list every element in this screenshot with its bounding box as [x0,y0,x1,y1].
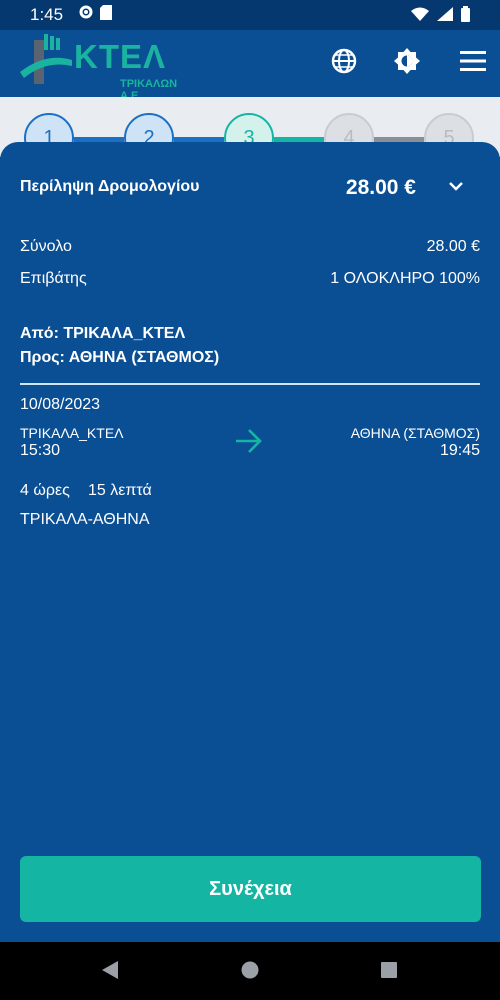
route-name: ΤΡΙΚΑΛΑ-ΑΘΗΝΑ [20,511,150,528]
theme-toggle-button[interactable] [389,45,425,81]
passengers-row: Επιβάτης 1 ΟΛΟΚΛΗΡΟ 100% [20,270,480,288]
departure-time: 15:30 [20,442,61,459]
home-icon[interactable] [240,960,264,984]
menu-button[interactable] [455,45,491,81]
continue-button[interactable]: Συνέχεια [20,856,481,922]
app-header: ΚΤΕΛ ΤΡΙΚΑΛΩΝ Α.Ε. [0,30,500,102]
chevron-down-icon[interactable] [448,178,464,199]
arrival-time: 19:45 [439,442,480,459]
brightness-icon [393,47,421,80]
summary-price: 28.00 € [345,176,416,199]
arrow-right-icon [234,428,264,459]
ktel-logo[interactable]: ΚΤΕΛ ΤΡΙΚΑΛΩΝ Α.Ε. [18,32,188,102]
bus-logo-icon [20,34,72,84]
recents-icon[interactable] [379,960,403,984]
logo-title: ΚΤΕΛ [74,38,167,75]
to-label: Προς: ΑΘΗΝΑ (ΣΤΑΘΜΟΣ) [20,349,220,366]
back-icon[interactable] [100,960,124,984]
summary-title: Περίληψη Δρομολογίου [20,178,200,195]
globe-icon [331,48,357,79]
system-navigation-bar [0,942,500,1000]
settings-gear-icon [78,4,94,25]
trip-date: 10/08/2023 [20,396,101,413]
signal-icon [437,7,453,26]
total-label: Σύνολο [20,238,72,255]
wifi-icon [411,7,429,26]
total-value: 28.00 € [426,238,480,255]
total-row: Σύνολο 28.00 € [20,238,480,256]
duration-minutes: 15 λεπτά [88,482,152,499]
passengers-label: Επιβάτης [20,270,87,287]
departure-station: ΤΡΙΚΑΛΑ_ΚΤΕΛ [20,425,124,441]
status-time: 1:45 [30,5,64,24]
passengers-value: 1 ΟΛΟΚΛΗΡΟ 100% [330,270,480,287]
battery-icon [461,6,470,27]
from-label: Από: ΤΡΙΚΑΛΑ_ΚΤΕΛ [20,325,186,342]
arrival-station: ΑΘΗΝΑ (ΣΤΑΘΜΟΣ) [350,425,480,441]
status-bar: 1:45 [0,0,500,30]
divider [20,383,480,385]
trip-summary-sheet: Περίληψη Δρομολογίου 28.00 € Σύνολο 28.0… [0,142,500,942]
duration-hours: 4 ώρες [20,482,70,499]
hamburger-menu-icon [460,50,486,76]
sd-card-icon [100,4,112,25]
language-button[interactable] [326,45,362,81]
